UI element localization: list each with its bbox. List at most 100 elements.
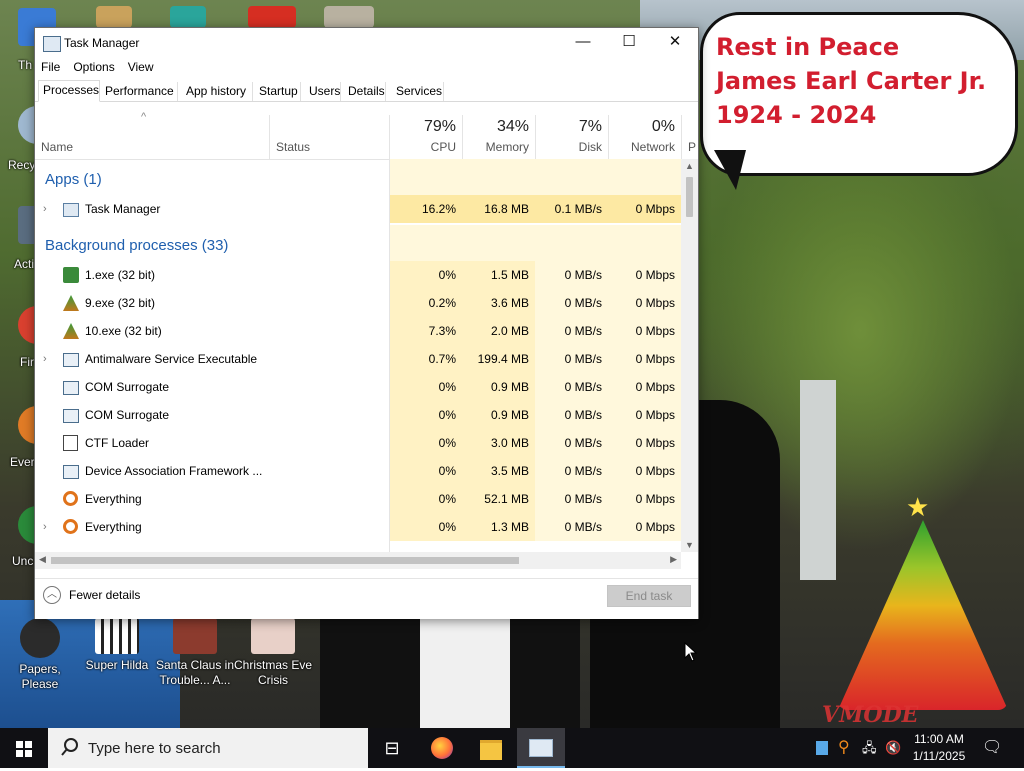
taskbar-search-box[interactable]: Type here to search (48, 728, 368, 768)
tab-users[interactable]: Users (305, 82, 341, 101)
minimize-button[interactable]: — (560, 28, 606, 58)
close-button[interactable]: ✕ (652, 28, 698, 58)
column-header-network[interactable]: 0% Network (608, 115, 681, 159)
group-heat-cell (535, 225, 608, 261)
task-manager-window[interactable]: Task Manager — ☐ ✕ File Options View Proce… (34, 27, 699, 619)
process-memory-cell: 3.0 MB (462, 429, 535, 457)
process-row[interactable]: › Antimalware Service Executable 0.7% 199.4… (35, 345, 681, 373)
expand-chevron-icon[interactable]: › (43, 513, 47, 541)
process-network-cell: 0 Mbps (608, 195, 681, 223)
column-header-disk[interactable]: 7% Disk (535, 115, 608, 159)
process-row[interactable]: CTF Loader 0% 3.0 MB 0 MB/s 0 Mbps (35, 429, 681, 457)
process-cpu-cell: 0.7% (389, 345, 462, 373)
end-task-button[interactable]: End task (607, 585, 691, 607)
process-disk-cell: 0 MB/s (535, 317, 608, 345)
network-total-pct: 0% (651, 118, 675, 135)
tab-performance[interactable]: Performance (101, 82, 178, 101)
memory-label: Memory (485, 140, 529, 154)
network-icon[interactable]: 🖧 (862, 728, 877, 768)
process-row[interactable]: › Task Manager 16.2% 16.8 MB 0.1 MB/s 0 Mbps (35, 195, 681, 223)
process-memory-cell: 3.6 MB (462, 289, 535, 317)
start-button[interactable] (0, 728, 48, 768)
task-manager-taskbar-icon[interactable] (517, 728, 565, 768)
process-row[interactable]: Device Association Framework ... 0% 3.5 MB… (35, 457, 681, 485)
desktop-icon-super-hilda[interactable]: Super Hilda (77, 618, 157, 673)
scroll-left-arrow-icon[interactable]: ◀ (39, 554, 46, 565)
wallpaper-watermark: VMODE (822, 702, 919, 728)
process-memory-cell: 1.5 MB (462, 261, 535, 289)
fewer-details-link[interactable]: Fewer details (69, 588, 140, 602)
process-network-cell: 0 Mbps (608, 373, 681, 401)
process-memory-cell: 0.9 MB (462, 373, 535, 401)
file-explorer-taskbar-icon[interactable] (467, 728, 515, 768)
tab-details[interactable]: Details (344, 82, 386, 101)
process-row[interactable]: COM Surrogate 0% 0.9 MB 0 MB/s 0 Mbps (35, 401, 681, 429)
desktop-icon-label: Papers, Please (19, 662, 61, 691)
desktop-icon-christmas-eve-crisis[interactable]: Christmas Eve Crisis (233, 618, 313, 688)
vertical-scroll-thumb[interactable] (686, 177, 693, 217)
column-header-cpu[interactable]: 79% CPU (389, 115, 462, 159)
menu-options[interactable]: Options (67, 58, 121, 74)
maximize-button[interactable]: ☐ (606, 28, 652, 58)
process-list[interactable]: Apps (1) › Task Manager 16.2% 16.8 MB 0.1 MB/… (35, 159, 681, 552)
everything-tray-icon[interactable]: ⚲ (838, 728, 850, 768)
desktop-icon-partial[interactable] (96, 6, 132, 28)
process-network-cell: 0 Mbps (608, 261, 681, 289)
column-header-row: ^ Name Status 79% CPU 34% Memory 7% Disk… (35, 111, 698, 160)
title-bar[interactable]: Task Manager — ☐ ✕ (35, 28, 698, 58)
expand-chevron-icon[interactable]: › (43, 195, 47, 223)
group-heat-cell (462, 159, 535, 195)
process-row[interactable]: › Everything 0% 1.3 MB 0 MB/s 0 Mbps (35, 513, 681, 541)
horizontal-scroll-thumb[interactable] (51, 557, 519, 564)
scroll-up-arrow-icon[interactable]: ▲ (681, 161, 698, 171)
horizontal-scrollbar[interactable]: ◀ ▶ (35, 552, 681, 569)
tray-app-icon[interactable] (816, 728, 828, 768)
process-row[interactable]: COM Surrogate 0% 0.9 MB 0 MB/s 0 Mbps (35, 373, 681, 401)
vertical-scrollbar[interactable]: ▲ ▼ (681, 159, 698, 552)
tab-processes[interactable]: Processes (38, 80, 100, 102)
process-disk-cell: 0 MB/s (535, 345, 608, 373)
group-heat-cell (608, 225, 681, 261)
expand-chevron-icon[interactable]: › (43, 345, 47, 373)
column-header-name[interactable]: Name (35, 115, 269, 159)
tab-app-history[interactable]: App history (182, 82, 253, 101)
desktop-icon-papers-please[interactable]: Papers, Please (0, 618, 80, 692)
tab-strip: Processes Performance App history Startu… (35, 80, 698, 102)
process-memory-cell: 2.0 MB (462, 317, 535, 345)
tab-startup[interactable]: Startup (255, 82, 301, 101)
column-header-status[interactable]: Status (269, 115, 389, 159)
column-header-power-partial[interactable]: P (681, 115, 698, 159)
bubble-line-3: 1924 - 2024 (716, 101, 877, 129)
tree-icon (63, 323, 79, 339)
process-row[interactable]: Everything 0% 52.1 MB 0 MB/s 0 Mbps (35, 485, 681, 513)
process-name: Antimalware Service Executable (85, 352, 258, 366)
volume-muted-icon[interactable]: 🔇 (885, 728, 901, 768)
disk-label: Disk (578, 140, 602, 154)
firefox-taskbar-icon[interactable] (418, 728, 466, 768)
desktop-icon-partial[interactable] (324, 6, 374, 28)
scroll-down-arrow-icon[interactable]: ▼ (681, 540, 698, 550)
folder-icon (480, 740, 502, 760)
desktop-icon-partial[interactable] (170, 6, 206, 28)
group-header-apps: Apps (1) (35, 159, 681, 195)
column-header-memory[interactable]: 34% Memory (462, 115, 535, 159)
desktop-icon-partial[interactable] (248, 6, 296, 28)
process-row[interactable]: 1.exe (32 bit) 0% 1.5 MB 0 MB/s 0 Mbps (35, 261, 681, 289)
scroll-right-arrow-icon[interactable]: ▶ (670, 554, 677, 565)
process-cpu-cell: 0.2% (389, 289, 462, 317)
process-disk-cell: 0 MB/s (535, 401, 608, 429)
menu-view[interactable]: View (122, 58, 161, 74)
papers-please-icon (20, 618, 60, 658)
process-cpu-cell: 7.3% (389, 317, 462, 345)
process-row[interactable]: 9.exe (32 bit) 0.2% 3.6 MB 0 MB/s 0 Mbps (35, 289, 681, 317)
desktop-icon-label: Ever (10, 455, 35, 469)
process-row[interactable]: 10.exe (32 bit) 7.3% 2.0 MB 0 MB/s 0 Mbps (35, 317, 681, 345)
process-name: Task Manager (85, 202, 161, 216)
desktop-icon-santa-claus[interactable]: Santa Claus in Trouble... A... (155, 618, 235, 688)
notification-icon[interactable]: 🗨 (982, 728, 1002, 768)
chevron-up-circle-icon[interactable]: ︿ (43, 586, 61, 604)
taskbar-clock[interactable]: 11:00 AM 1/11/2025 (904, 731, 974, 765)
task-view-icon[interactable]: ⊟ (368, 728, 416, 768)
menu-file[interactable]: File (35, 58, 67, 74)
tab-services[interactable]: Services (392, 82, 444, 101)
